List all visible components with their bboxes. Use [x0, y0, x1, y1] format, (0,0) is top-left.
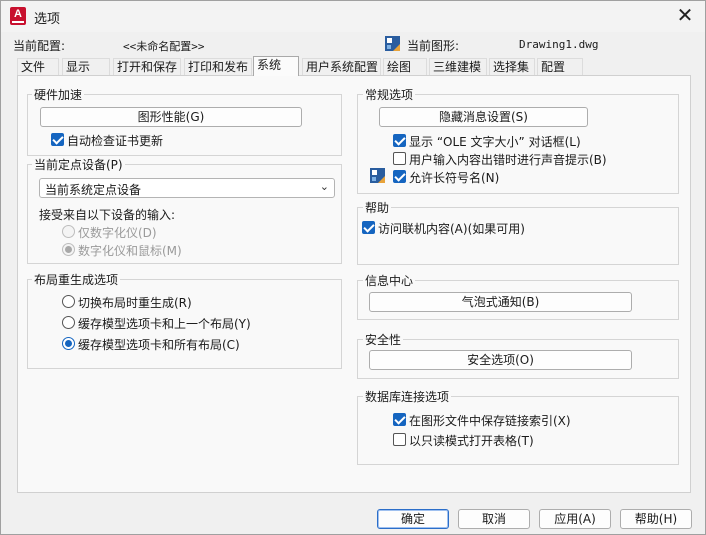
beep-on-error-checkbox[interactable]: [393, 152, 406, 165]
tab-profiles[interactable]: 配置: [537, 58, 583, 75]
tab-plot-publish[interactable]: 打印和发布: [184, 58, 252, 75]
security-title: 安全性: [363, 331, 404, 348]
system-tab-panel: 硬件加速 图形性能(G) 自动检查证书更新 当前定点设备(P) 当前系统定点设备…: [17, 75, 691, 493]
security-options-button[interactable]: 安全选项(O): [369, 350, 632, 370]
apply-button[interactable]: 应用(A): [539, 509, 611, 529]
tab-bar: 文件 显示 打开和保存 打印和发布 系统 用户系统配置 绘图 三维建模 选择集 …: [17, 56, 583, 76]
layout-regen-title: 布局重生成选项: [32, 271, 121, 288]
chevron-down-icon: ⌄: [319, 180, 329, 193]
info-center-title: 信息中心: [363, 272, 416, 289]
current-profile-value: <<未命名配置>>: [123, 40, 205, 53]
digitizer-and-mouse-radio[interactable]: [62, 243, 75, 256]
pointing-device-select-value: 当前系统定点设备: [45, 183, 142, 197]
cache-last-layout-radio[interactable]: [62, 316, 75, 329]
tab-3d-modeling[interactable]: 三维建模: [429, 58, 487, 75]
tab-display[interactable]: 显示: [62, 58, 110, 75]
general-options-title: 常规选项: [363, 86, 416, 103]
digitizer-only-label: 仅数字化仪(D): [78, 226, 157, 240]
show-ole-size-checkbox[interactable]: [393, 134, 406, 147]
window-title: 选项: [34, 12, 61, 27]
readonly-tables-checkbox[interactable]: [393, 433, 406, 446]
regen-on-switch-label: 切换布局时重生成(R): [78, 296, 192, 310]
pointing-device-title: 当前定点设备(P): [32, 156, 125, 173]
allow-long-symbol-checkbox[interactable]: [393, 170, 406, 183]
graphics-performance-button[interactable]: 图形性能(G): [40, 107, 302, 127]
tab-files[interactable]: 文件: [17, 58, 59, 75]
current-profile-label: 当前配置:: [13, 39, 66, 53]
pointing-device-select[interactable]: 当前系统定点设备 ⌄: [39, 178, 335, 198]
db-connect-group: [357, 396, 679, 465]
help-title: 帮助: [363, 199, 392, 216]
tab-selection[interactable]: 选择集: [489, 58, 535, 75]
close-icon[interactable]: ✕: [673, 4, 697, 28]
tab-user-preferences[interactable]: 用户系统配置: [302, 58, 381, 75]
store-links-label: 在图形文件中保存链接索引(X): [409, 414, 571, 428]
beep-on-error-label: 用户输入内容出错时进行声音提示(B): [409, 153, 607, 167]
regen-on-switch-radio[interactable]: [62, 295, 75, 308]
current-drawing-label: 当前图形:: [407, 39, 460, 53]
db-connect-title: 数据库连接选项: [363, 388, 452, 405]
current-drawing-value: Drawing1.dwg: [519, 38, 599, 51]
autocad-app-icon: A: [10, 7, 26, 25]
cache-all-layouts-radio[interactable]: [62, 337, 75, 350]
auto-check-cert-label: 自动检查证书更新: [67, 134, 164, 148]
title-bar: A 选项 ✕: [1, 1, 705, 32]
online-content-checkbox[interactable]: [362, 221, 375, 234]
options-dialog: A 选项 ✕ 当前配置: <<未命名配置>> 当前图形: Drawing1.dw…: [0, 0, 706, 535]
tab-open-save[interactable]: 打开和保存: [113, 58, 181, 75]
tab-drafting[interactable]: 绘图: [383, 58, 427, 75]
drawing-file-icon: [385, 36, 400, 51]
balloon-notification-button[interactable]: 气泡式通知(B): [369, 292, 632, 312]
allow-long-symbol-label: 允许长符号名(N): [409, 171, 500, 185]
cache-all-layouts-label: 缓存模型选项卡和所有布局(C): [78, 338, 240, 352]
show-ole-size-label: 显示 “OLE 文字大小” 对话框(L): [409, 135, 581, 149]
ok-button[interactable]: 确定: [377, 509, 449, 529]
readonly-tables-label: 以只读模式打开表格(T): [409, 434, 534, 448]
online-content-label: 访问联机内容(A)(如果可用): [378, 222, 525, 236]
help-button[interactable]: 帮助(H): [620, 509, 692, 529]
digitizer-only-radio[interactable]: [62, 225, 75, 238]
cancel-button[interactable]: 取消: [458, 509, 530, 529]
cache-last-layout-label: 缓存模型选项卡和上一个布局(Y): [78, 317, 251, 331]
drawing-setting-icon: [370, 168, 385, 183]
hardware-acceleration-title: 硬件加速: [32, 86, 85, 103]
accept-input-label: 接受来自以下设备的输入:: [39, 208, 176, 222]
auto-check-cert-checkbox[interactable]: [51, 133, 64, 146]
digitizer-and-mouse-label: 数字化仪和鼠标(M): [78, 244, 182, 258]
hidden-messages-button[interactable]: 隐藏消息设置(S): [379, 107, 588, 127]
store-links-checkbox[interactable]: [393, 413, 406, 426]
tab-system[interactable]: 系统: [253, 56, 299, 76]
